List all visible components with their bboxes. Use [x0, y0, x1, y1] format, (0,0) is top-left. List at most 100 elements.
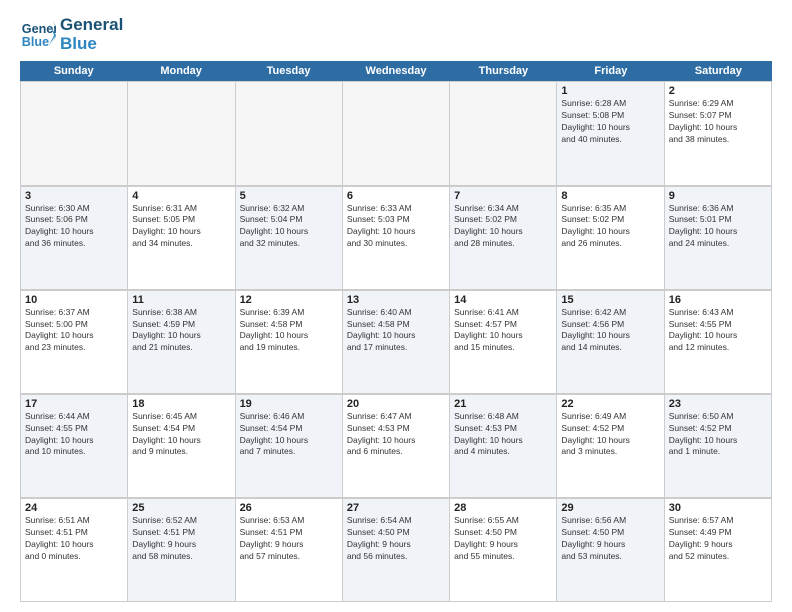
- day-info: Sunrise: 6:30 AM Sunset: 5:06 PM Dayligh…: [25, 203, 123, 251]
- calendar-cell: 19Sunrise: 6:46 AM Sunset: 4:54 PM Dayli…: [236, 395, 343, 498]
- day-number: 25: [132, 502, 230, 514]
- calendar-week-1: 1Sunrise: 6:28 AM Sunset: 5:08 PM Daylig…: [20, 81, 772, 185]
- calendar-cell: 23Sunrise: 6:50 AM Sunset: 4:52 PM Dayli…: [665, 395, 772, 498]
- day-number: 7: [454, 190, 552, 202]
- logo: General Blue General Blue: [20, 16, 123, 53]
- calendar-cell: [450, 82, 557, 185]
- day-info: Sunrise: 6:57 AM Sunset: 4:49 PM Dayligh…: [669, 515, 767, 563]
- calendar-cell: 13Sunrise: 6:40 AM Sunset: 4:58 PM Dayli…: [343, 291, 450, 394]
- calendar-cell: 8Sunrise: 6:35 AM Sunset: 5:02 PM Daylig…: [557, 187, 664, 290]
- day-info: Sunrise: 6:48 AM Sunset: 4:53 PM Dayligh…: [454, 411, 552, 459]
- day-number: 8: [561, 190, 659, 202]
- calendar-cell: 16Sunrise: 6:43 AM Sunset: 4:55 PM Dayli…: [665, 291, 772, 394]
- weekday-header-sunday: Sunday: [20, 61, 127, 81]
- calendar-cell: 10Sunrise: 6:37 AM Sunset: 5:00 PM Dayli…: [21, 291, 128, 394]
- day-number: 27: [347, 502, 445, 514]
- day-info: Sunrise: 6:29 AM Sunset: 5:07 PM Dayligh…: [669, 98, 767, 146]
- calendar-cell: [21, 82, 128, 185]
- page: General Blue General Blue SundayMondayTu…: [0, 0, 792, 612]
- calendar-cell: 3Sunrise: 6:30 AM Sunset: 5:06 PM Daylig…: [21, 187, 128, 290]
- calendar-cell: 26Sunrise: 6:53 AM Sunset: 4:51 PM Dayli…: [236, 499, 343, 602]
- day-info: Sunrise: 6:39 AM Sunset: 4:58 PM Dayligh…: [240, 307, 338, 355]
- day-info: Sunrise: 6:38 AM Sunset: 4:59 PM Dayligh…: [132, 307, 230, 355]
- day-number: 18: [132, 398, 230, 410]
- calendar-cell: 20Sunrise: 6:47 AM Sunset: 4:53 PM Dayli…: [343, 395, 450, 498]
- calendar-cell: 11Sunrise: 6:38 AM Sunset: 4:59 PM Dayli…: [128, 291, 235, 394]
- day-number: 28: [454, 502, 552, 514]
- day-number: 14: [454, 294, 552, 306]
- day-info: Sunrise: 6:43 AM Sunset: 4:55 PM Dayligh…: [669, 307, 767, 355]
- header: General Blue General Blue: [20, 16, 772, 53]
- day-number: 6: [347, 190, 445, 202]
- calendar-week-4: 17Sunrise: 6:44 AM Sunset: 4:55 PM Dayli…: [20, 394, 772, 498]
- day-number: 5: [240, 190, 338, 202]
- day-number: 21: [454, 398, 552, 410]
- day-info: Sunrise: 6:37 AM Sunset: 5:00 PM Dayligh…: [25, 307, 123, 355]
- day-info: Sunrise: 6:56 AM Sunset: 4:50 PM Dayligh…: [561, 515, 659, 563]
- calendar-cell: 21Sunrise: 6:48 AM Sunset: 4:53 PM Dayli…: [450, 395, 557, 498]
- day-number: 3: [25, 190, 123, 202]
- calendar-cell: 12Sunrise: 6:39 AM Sunset: 4:58 PM Dayli…: [236, 291, 343, 394]
- day-info: Sunrise: 6:44 AM Sunset: 4:55 PM Dayligh…: [25, 411, 123, 459]
- calendar-cell: 30Sunrise: 6:57 AM Sunset: 4:49 PM Dayli…: [665, 499, 772, 602]
- day-info: Sunrise: 6:35 AM Sunset: 5:02 PM Dayligh…: [561, 203, 659, 251]
- weekday-header-wednesday: Wednesday: [342, 61, 449, 81]
- day-number: 10: [25, 294, 123, 306]
- calendar-cell: 6Sunrise: 6:33 AM Sunset: 5:03 PM Daylig…: [343, 187, 450, 290]
- day-info: Sunrise: 6:31 AM Sunset: 5:05 PM Dayligh…: [132, 203, 230, 251]
- day-info: Sunrise: 6:50 AM Sunset: 4:52 PM Dayligh…: [669, 411, 767, 459]
- day-info: Sunrise: 6:41 AM Sunset: 4:57 PM Dayligh…: [454, 307, 552, 355]
- calendar-cell: 14Sunrise: 6:41 AM Sunset: 4:57 PM Dayli…: [450, 291, 557, 394]
- day-info: Sunrise: 6:32 AM Sunset: 5:04 PM Dayligh…: [240, 203, 338, 251]
- day-number: 30: [669, 502, 767, 514]
- day-number: 22: [561, 398, 659, 410]
- calendar-cell: 2Sunrise: 6:29 AM Sunset: 5:07 PM Daylig…: [665, 82, 772, 185]
- day-number: 29: [561, 502, 659, 514]
- day-info: Sunrise: 6:40 AM Sunset: 4:58 PM Dayligh…: [347, 307, 445, 355]
- logo-icon: General Blue: [20, 17, 56, 53]
- day-info: Sunrise: 6:45 AM Sunset: 4:54 PM Dayligh…: [132, 411, 230, 459]
- day-info: Sunrise: 6:54 AM Sunset: 4:50 PM Dayligh…: [347, 515, 445, 563]
- day-info: Sunrise: 6:36 AM Sunset: 5:01 PM Dayligh…: [669, 203, 767, 251]
- calendar-week-5: 24Sunrise: 6:51 AM Sunset: 4:51 PM Dayli…: [20, 498, 772, 602]
- day-info: Sunrise: 6:49 AM Sunset: 4:52 PM Dayligh…: [561, 411, 659, 459]
- day-number: 17: [25, 398, 123, 410]
- calendar-cell: 25Sunrise: 6:52 AM Sunset: 4:51 PM Dayli…: [128, 499, 235, 602]
- day-number: 12: [240, 294, 338, 306]
- day-number: 20: [347, 398, 445, 410]
- calendar-cell: [128, 82, 235, 185]
- weekday-header-tuesday: Tuesday: [235, 61, 342, 81]
- calendar-week-2: 3Sunrise: 6:30 AM Sunset: 5:06 PM Daylig…: [20, 186, 772, 290]
- day-number: 19: [240, 398, 338, 410]
- day-info: Sunrise: 6:53 AM Sunset: 4:51 PM Dayligh…: [240, 515, 338, 563]
- calendar-cell: 4Sunrise: 6:31 AM Sunset: 5:05 PM Daylig…: [128, 187, 235, 290]
- weekday-header-monday: Monday: [127, 61, 234, 81]
- day-number: 11: [132, 294, 230, 306]
- calendar-cell: 18Sunrise: 6:45 AM Sunset: 4:54 PM Dayli…: [128, 395, 235, 498]
- day-info: Sunrise: 6:51 AM Sunset: 4:51 PM Dayligh…: [25, 515, 123, 563]
- day-info: Sunrise: 6:42 AM Sunset: 4:56 PM Dayligh…: [561, 307, 659, 355]
- day-info: Sunrise: 6:47 AM Sunset: 4:53 PM Dayligh…: [347, 411, 445, 459]
- day-info: Sunrise: 6:52 AM Sunset: 4:51 PM Dayligh…: [132, 515, 230, 563]
- weekday-header-saturday: Saturday: [665, 61, 772, 81]
- calendar-cell: 1Sunrise: 6:28 AM Sunset: 5:08 PM Daylig…: [557, 82, 664, 185]
- calendar-cell: 9Sunrise: 6:36 AM Sunset: 5:01 PM Daylig…: [665, 187, 772, 290]
- weekday-header-friday: Friday: [557, 61, 664, 81]
- day-number: 9: [669, 190, 767, 202]
- logo-general: General: [60, 16, 123, 35]
- weekday-header-thursday: Thursday: [450, 61, 557, 81]
- day-info: Sunrise: 6:46 AM Sunset: 4:54 PM Dayligh…: [240, 411, 338, 459]
- day-number: 1: [561, 85, 659, 97]
- day-number: 26: [240, 502, 338, 514]
- calendar-cell: [343, 82, 450, 185]
- day-info: Sunrise: 6:55 AM Sunset: 4:50 PM Dayligh…: [454, 515, 552, 563]
- calendar-cell: 17Sunrise: 6:44 AM Sunset: 4:55 PM Dayli…: [21, 395, 128, 498]
- day-number: 23: [669, 398, 767, 410]
- calendar-body: 1Sunrise: 6:28 AM Sunset: 5:08 PM Daylig…: [20, 81, 772, 602]
- day-number: 16: [669, 294, 767, 306]
- day-number: 4: [132, 190, 230, 202]
- calendar-cell: 22Sunrise: 6:49 AM Sunset: 4:52 PM Dayli…: [557, 395, 664, 498]
- calendar-cell: 5Sunrise: 6:32 AM Sunset: 5:04 PM Daylig…: [236, 187, 343, 290]
- calendar-week-3: 10Sunrise: 6:37 AM Sunset: 5:00 PM Dayli…: [20, 290, 772, 394]
- day-number: 24: [25, 502, 123, 514]
